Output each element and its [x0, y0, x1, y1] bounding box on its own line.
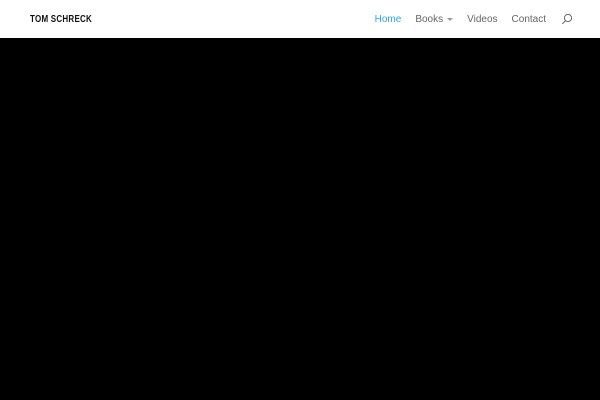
nav-item-books-label: Books: [415, 13, 444, 25]
nav-item-videos[interactable]: Videos: [467, 14, 497, 25]
search-button[interactable]: [560, 13, 573, 26]
nav-item-videos-label: Videos: [467, 13, 498, 25]
hero-section: [0, 38, 600, 400]
site-header: TOM SCHRECK Home Books Videos Contact: [0, 0, 600, 38]
nav-item-contact-label: Contact: [511, 13, 546, 25]
nav-item-home[interactable]: Home: [375, 14, 402, 25]
nav-list: Home Books Videos Contact: [361, 13, 573, 26]
search-icon: [561, 13, 573, 25]
nav-item-books[interactable]: Books: [415, 13, 454, 25]
site-logo[interactable]: TOM SCHRECK: [30, 14, 92, 25]
main-nav: Home Books Videos Contact: [361, 13, 573, 26]
nav-item-contact[interactable]: Contact: [512, 14, 546, 25]
chevron-down-icon: [447, 17, 454, 21]
nav-item-home-label: Home: [374, 13, 402, 25]
